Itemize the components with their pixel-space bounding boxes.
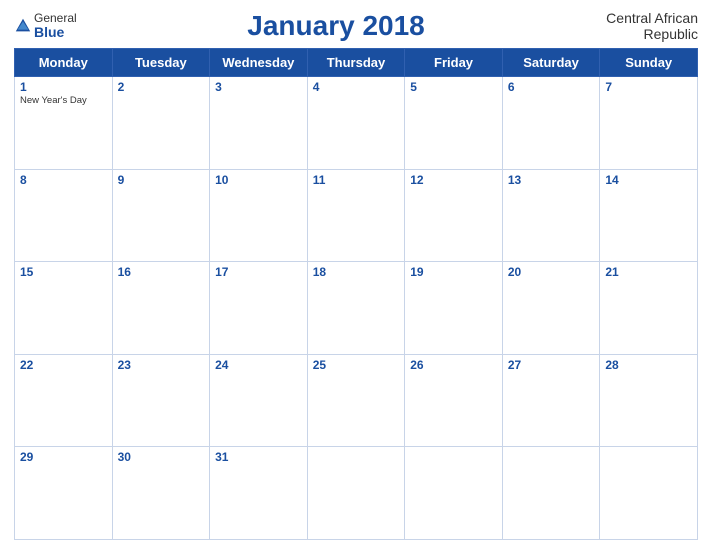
day-number: 1 bbox=[20, 80, 107, 94]
day-number: 25 bbox=[313, 358, 400, 372]
logo-blue-text: Blue bbox=[34, 25, 77, 40]
holiday-name: New Year's Day bbox=[20, 95, 107, 106]
day-number: 4 bbox=[313, 80, 400, 94]
calendar-cell: 17 bbox=[210, 262, 308, 355]
calendar-header: General Blue January 2018 Central Africa… bbox=[14, 10, 698, 42]
calendar-cell: 24 bbox=[210, 354, 308, 447]
week-row-2: 89 10 11 12 13 14 bbox=[15, 169, 698, 262]
day-number: 5 bbox=[410, 80, 497, 94]
day-number: 15 bbox=[20, 265, 107, 279]
day-number: 3 bbox=[215, 80, 302, 94]
weekday-header-friday: Friday bbox=[405, 49, 503, 77]
day-number: 22 bbox=[20, 358, 107, 372]
calendar-cell: 22 bbox=[15, 354, 113, 447]
calendar-cell: 4 bbox=[307, 77, 405, 170]
day-number: 16 bbox=[118, 265, 205, 279]
week-row-4: 22 23 24 25 26 27 28 bbox=[15, 354, 698, 447]
country-label: Central African Republic bbox=[558, 10, 698, 42]
calendar-page: General Blue January 2018 Central Africa… bbox=[0, 0, 712, 550]
day-number: 31 bbox=[215, 450, 302, 464]
calendar-cell: 9 bbox=[112, 169, 210, 262]
day-number: 23 bbox=[118, 358, 205, 372]
calendar-cell: 20 bbox=[502, 262, 600, 355]
calendar-cell: 7 bbox=[600, 77, 698, 170]
calendar-cell: 13 bbox=[502, 169, 600, 262]
calendar-cell: 10 bbox=[210, 169, 308, 262]
calendar-cell: 15 bbox=[15, 262, 113, 355]
calendar-cell: 21 bbox=[600, 262, 698, 355]
calendar-cell: 30 bbox=[112, 447, 210, 540]
calendar-title-area: January 2018 bbox=[114, 10, 558, 42]
calendar-cell: 31 bbox=[210, 447, 308, 540]
calendar-cell bbox=[307, 447, 405, 540]
calendar-cell: 12 bbox=[405, 169, 503, 262]
calendar-cell: 8 bbox=[15, 169, 113, 262]
calendar-cell: 16 bbox=[112, 262, 210, 355]
logo-general-text: General bbox=[34, 12, 77, 25]
logo-icon bbox=[14, 17, 32, 35]
day-number: 21 bbox=[605, 265, 692, 279]
day-number: 14 bbox=[605, 173, 692, 187]
weekday-header-wednesday: Wednesday bbox=[210, 49, 308, 77]
day-number: 11 bbox=[313, 173, 400, 187]
day-number: 6 bbox=[508, 80, 595, 94]
calendar-cell: 27 bbox=[502, 354, 600, 447]
day-number: 24 bbox=[215, 358, 302, 372]
day-number: 13 bbox=[508, 173, 595, 187]
day-number: 29 bbox=[20, 450, 107, 464]
logo-area: General Blue bbox=[14, 12, 114, 41]
day-number: 19 bbox=[410, 265, 497, 279]
calendar-cell: 14 bbox=[600, 169, 698, 262]
calendar-cell: 23 bbox=[112, 354, 210, 447]
weekday-header-saturday: Saturday bbox=[502, 49, 600, 77]
day-number: 18 bbox=[313, 265, 400, 279]
calendar-cell: 11 bbox=[307, 169, 405, 262]
weekday-header-row: MondayTuesdayWednesdayThursdayFridaySatu… bbox=[15, 49, 698, 77]
calendar-cell: 6 bbox=[502, 77, 600, 170]
week-row-5: 29 30 31 bbox=[15, 447, 698, 540]
weekday-header-monday: Monday bbox=[15, 49, 113, 77]
calendar-cell bbox=[600, 447, 698, 540]
day-number: 9 bbox=[118, 173, 205, 187]
day-number: 26 bbox=[410, 358, 497, 372]
day-number: 27 bbox=[508, 358, 595, 372]
calendar-cell: 5 bbox=[405, 77, 503, 170]
day-number: 7 bbox=[605, 80, 692, 94]
calendar-cell bbox=[405, 447, 503, 540]
calendar-cell: 28 bbox=[600, 354, 698, 447]
calendar-title: January 2018 bbox=[247, 10, 424, 41]
day-number: 12 bbox=[410, 173, 497, 187]
day-number: 17 bbox=[215, 265, 302, 279]
day-number: 30 bbox=[118, 450, 205, 464]
day-number: 20 bbox=[508, 265, 595, 279]
calendar-cell: 2 bbox=[112, 77, 210, 170]
day-number: 8 bbox=[20, 173, 107, 187]
weekday-header-tuesday: Tuesday bbox=[112, 49, 210, 77]
calendar-cell: 29 bbox=[15, 447, 113, 540]
day-number: 10 bbox=[215, 173, 302, 187]
calendar-cell: 25 bbox=[307, 354, 405, 447]
calendar-cell: 26 bbox=[405, 354, 503, 447]
day-number: 28 bbox=[605, 358, 692, 372]
calendar-cell: 1New Year's Day bbox=[15, 77, 113, 170]
calendar-cell: 3 bbox=[210, 77, 308, 170]
calendar-cell bbox=[502, 447, 600, 540]
weekday-header-sunday: Sunday bbox=[600, 49, 698, 77]
week-row-3: 15 16 17 18 19 20 21 bbox=[15, 262, 698, 355]
week-row-1: 1New Year's Day 234567 bbox=[15, 77, 698, 170]
calendar-cell: 19 bbox=[405, 262, 503, 355]
calendar-table: MondayTuesdayWednesdayThursdayFridaySatu… bbox=[14, 48, 698, 540]
calendar-cell: 18 bbox=[307, 262, 405, 355]
day-number: 2 bbox=[118, 80, 205, 94]
weekday-header-thursday: Thursday bbox=[307, 49, 405, 77]
